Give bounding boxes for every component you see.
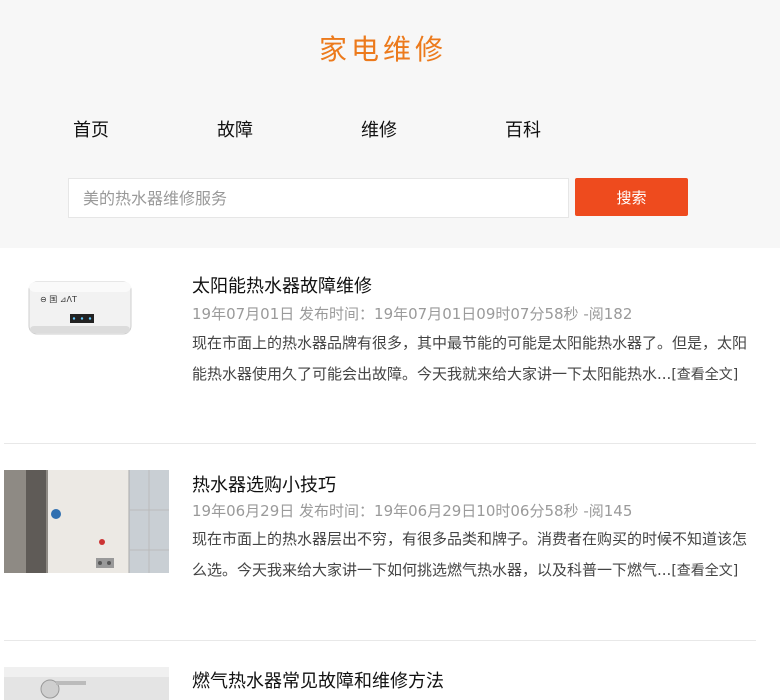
article-title[interactable]: 热水器选购小技巧 — [192, 471, 336, 497]
article-item: 燃气热水器常见故障和维修方法 — [4, 641, 756, 700]
article-excerpt: 现在市面上的热水器品牌有很多，其中最节能的可能是太阳能热水器了。但是，太阳能热水… — [192, 328, 752, 391]
nav-item-repair[interactable]: 维修 — [361, 116, 397, 142]
read-more-link[interactable]: [查看全文] — [671, 367, 738, 383]
article-meta: 19年06月29日 发布时间：19年06月29日10时06分58秒 -阅145 — [192, 502, 633, 520]
article-title[interactable]: 太阳能热水器故障维修 — [192, 272, 372, 298]
article-excerpt-text: 现在市面上的热水器层出不穷，有很多品类和牌子。消费者在购买的时候不知道该怎么选。… — [192, 530, 748, 579]
article-item: 热水器选购小技巧 19年06月29日 发布时间：19年06月29日10时06分5… — [4, 444, 756, 641]
search-input[interactable] — [68, 178, 569, 218]
article-excerpt-text: 现在市面上的热水器品牌有很多，其中最节能的可能是太阳能热水器了。但是，太阳能热水… — [192, 334, 748, 383]
nav-item-faults[interactable]: 故障 — [217, 116, 253, 142]
gas-heater-image[interactable] — [4, 470, 169, 573]
article-meta: 19年07月01日 发布时间：19年07月01日09时07分58秒 -阅182 — [192, 305, 633, 323]
nav-item-encyclopedia[interactable]: 百科 — [505, 116, 541, 142]
heater-repair-image[interactable] — [4, 667, 169, 700]
search-button[interactable]: 搜索 — [575, 178, 688, 216]
water-heater-image[interactable]: ⊖ 国 ⊿ΛΤ — [28, 278, 132, 336]
page-header: 家电维修 首页 故障 维修 百科 搜索 — [0, 0, 780, 248]
nav-item-home[interactable]: 首页 — [73, 116, 109, 142]
article-title[interactable]: 燃气热水器常见故障和维修方法 — [192, 667, 444, 693]
article-excerpt: 现在市面上的热水器层出不穷，有很多品类和牌子。消费者在购买的时候不知道该怎么选。… — [192, 524, 752, 587]
article-item: ⊖ 国 ⊿ΛΤ 太阳能热水器故障维修 19年07月01日 发布时间：19年07月… — [4, 248, 756, 444]
read-more-link[interactable]: [查看全文] — [671, 563, 738, 579]
brand-logo: ⊖ 国 ⊿ΛΤ — [40, 295, 77, 304]
site-title: 家电维修 — [318, 33, 447, 66]
